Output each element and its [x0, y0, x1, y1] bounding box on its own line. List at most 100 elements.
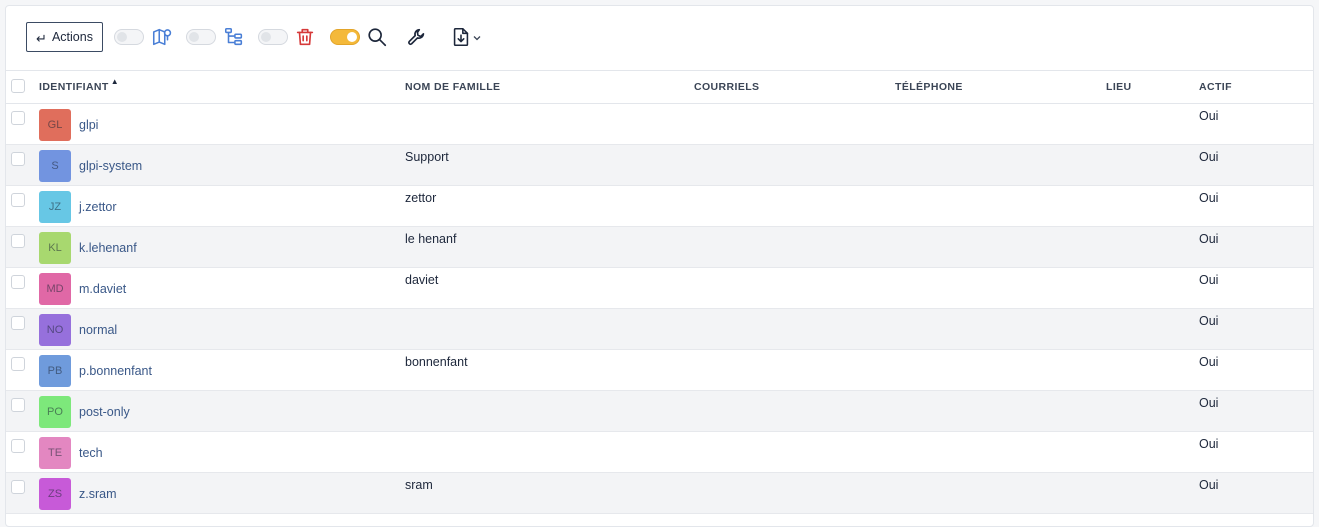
emails-text	[694, 432, 895, 437]
user-login-link[interactable]: normal	[79, 323, 117, 337]
avatar: S	[39, 150, 71, 182]
row-checkbox[interactable]	[11, 275, 25, 289]
user-login-link[interactable]: tech	[79, 446, 103, 460]
cell-lieu	[1106, 103, 1199, 145]
cell-actif: Oui	[1199, 185, 1313, 227]
cell-telephone	[895, 144, 1106, 186]
row-checkbox[interactable]	[11, 439, 25, 453]
row-checkbox[interactable]	[11, 111, 25, 125]
column-header-telephone[interactable]: TÉLÉPHONE	[895, 70, 1106, 104]
emails-text	[694, 350, 895, 355]
user-login-link[interactable]: post-only	[79, 405, 130, 419]
cell-identifiant: MD m.daviet	[39, 267, 405, 309]
cell-courriels	[694, 390, 895, 432]
table-row: JZ j.zettor zettor Oui	[6, 185, 1313, 227]
row-checkbox[interactable]	[11, 480, 25, 494]
active-text: Oui	[1199, 355, 1219, 369]
table-row: PB p.bonnenfant bonnenfant Oui	[6, 349, 1313, 391]
emails-text	[694, 145, 895, 150]
row-select-cell	[6, 144, 39, 186]
row-select-cell	[6, 308, 39, 350]
tree-toggle[interactable]	[186, 29, 216, 45]
active-text: Oui	[1199, 109, 1219, 123]
trash-toggle[interactable]	[258, 29, 288, 45]
location-text	[1106, 473, 1199, 478]
user-login-link[interactable]: k.lehenanf	[79, 241, 137, 255]
cell-courriels	[694, 349, 895, 391]
trash-icon[interactable]	[294, 26, 316, 48]
active-text: Oui	[1199, 314, 1219, 328]
lastname-text: bonnenfant	[405, 355, 468, 369]
cell-nom-de-famille: le henanf	[405, 226, 694, 268]
search-icon[interactable]	[366, 26, 388, 48]
cell-lieu	[1106, 349, 1199, 391]
cell-telephone	[895, 472, 1106, 514]
avatar: ZS	[39, 478, 71, 510]
toggle-knob	[347, 32, 357, 42]
phone-text	[895, 186, 1106, 191]
cell-actif: Oui	[1199, 349, 1313, 391]
cell-identifiant: ZS z.sram	[39, 472, 405, 514]
user-login-link[interactable]: j.zettor	[79, 200, 117, 214]
user-login-link[interactable]: glpi-system	[79, 159, 142, 173]
phone-text	[895, 350, 1106, 355]
search-toggle[interactable]	[330, 29, 360, 45]
location-text	[1106, 391, 1199, 396]
row-checkbox[interactable]	[11, 316, 25, 330]
user-login-link[interactable]: p.bonnenfant	[79, 364, 152, 378]
cell-telephone	[895, 390, 1106, 432]
column-header-actif[interactable]: ACTIF	[1199, 70, 1313, 104]
active-text: Oui	[1199, 396, 1219, 410]
cell-actif: Oui	[1199, 431, 1313, 473]
map-marker-icon[interactable]	[151, 26, 173, 48]
cell-lieu	[1106, 308, 1199, 350]
emails-text	[694, 104, 895, 109]
file-download-icon[interactable]	[450, 26, 472, 48]
column-label: ACTIF	[1199, 81, 1232, 93]
lastname-text: sram	[405, 478, 433, 492]
wrench-icon[interactable]	[406, 26, 428, 48]
cell-identifiant: JZ j.zettor	[39, 185, 405, 227]
row-select-cell	[6, 472, 39, 514]
emails-text	[694, 186, 895, 191]
column-header-courriels[interactable]: COURRIELS	[694, 70, 895, 104]
map-toggle[interactable]	[114, 29, 144, 45]
row-select-cell	[6, 226, 39, 268]
table-row: Sglpi-system Support Oui	[6, 144, 1313, 186]
cell-courriels	[694, 308, 895, 350]
actions-button[interactable]: ↵ Actions	[26, 22, 103, 52]
emails-text	[694, 391, 895, 396]
cell-nom-de-famille	[405, 103, 694, 145]
table-row: KL k.lehenanf le henanf Oui	[6, 226, 1313, 268]
cell-actif: Oui	[1199, 267, 1313, 309]
user-login-link[interactable]: m.daviet	[79, 282, 126, 296]
cell-nom-de-famille: bonnenfant	[405, 349, 694, 391]
avatar: GL	[39, 109, 71, 141]
cell-identifiant: KL k.lehenanf	[39, 226, 405, 268]
cell-courriels	[694, 226, 895, 268]
column-header-lieu[interactable]: LIEU	[1106, 70, 1199, 104]
user-login-link[interactable]: z.sram	[79, 487, 117, 501]
row-checkbox[interactable]	[11, 152, 25, 166]
chevron-down-icon[interactable]	[472, 33, 482, 43]
cell-courriels	[694, 144, 895, 186]
cell-identifiant: Sglpi-system	[39, 144, 405, 186]
column-header-identifiant[interactable]: IDENTIFIANT ▲	[39, 70, 405, 104]
phone-text	[895, 145, 1106, 150]
cell-telephone	[895, 431, 1106, 473]
select-all-checkbox[interactable]	[11, 79, 25, 93]
row-checkbox[interactable]	[11, 398, 25, 412]
row-checkbox[interactable]	[11, 234, 25, 248]
user-login-link[interactable]: glpi	[79, 118, 98, 132]
phone-text	[895, 432, 1106, 437]
row-checkbox[interactable]	[11, 193, 25, 207]
avatar: JZ	[39, 191, 71, 223]
row-checkbox[interactable]	[11, 357, 25, 371]
phone-text	[895, 104, 1106, 109]
cell-identifiant: PO post-only	[39, 390, 405, 432]
cell-actif: Oui	[1199, 308, 1313, 350]
column-header-nom-de-famille[interactable]: NOM DE FAMILLE	[405, 70, 694, 104]
tree-icon[interactable]	[223, 26, 245, 48]
toggle-knob	[261, 32, 271, 42]
cell-telephone	[895, 185, 1106, 227]
